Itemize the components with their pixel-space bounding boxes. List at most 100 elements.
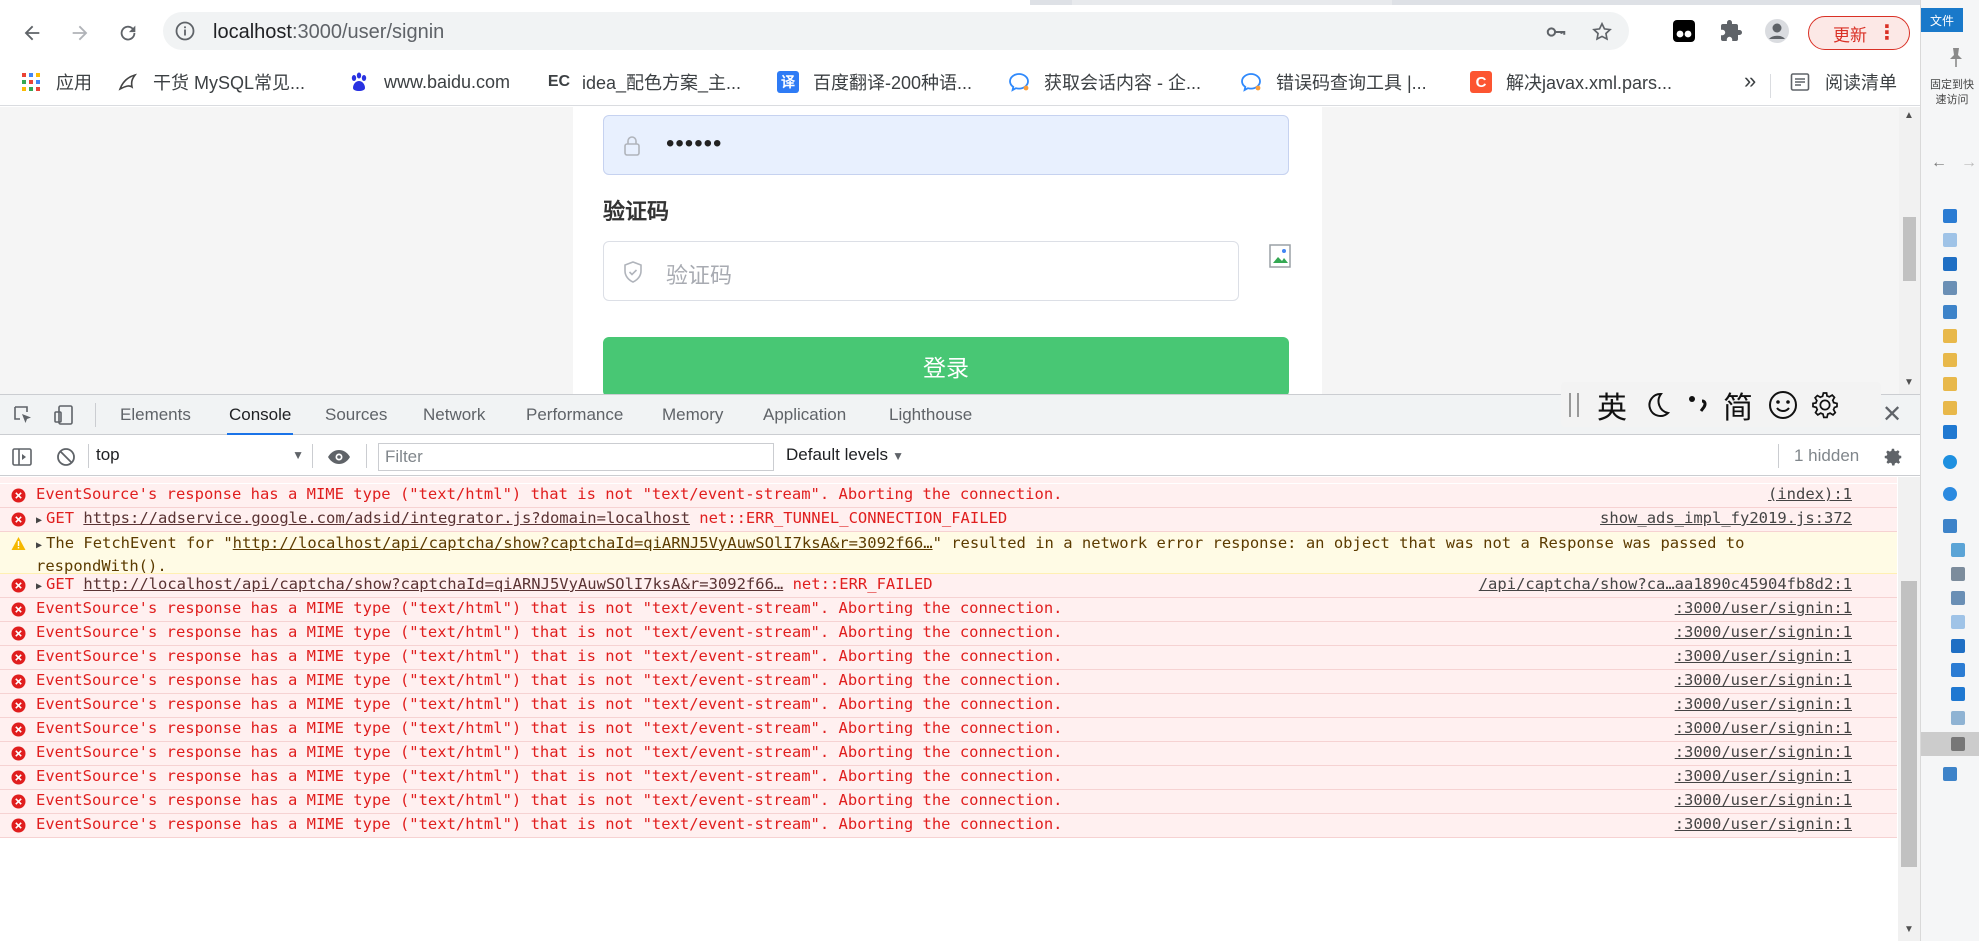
- scroll-down-arrow-icon[interactable]: ▼: [1904, 377, 1914, 388]
- filter-input[interactable]: Filter: [378, 443, 774, 471]
- nav-tree-item[interactable]: [1943, 350, 1963, 370]
- bookmark-wecom-session[interactable]: 获取会话内容 - 企...: [1008, 68, 1201, 96]
- bookmarks-overflow-button[interactable]: »: [1744, 68, 1756, 94]
- tab-application[interactable]: Application: [763, 395, 846, 435]
- nav-tree-item[interactable]: [1943, 452, 1963, 472]
- scroll-up-arrow-icon[interactable]: ▲: [1904, 110, 1914, 121]
- page-scrollbar[interactable]: ▲ ▼: [1899, 107, 1920, 394]
- extension-tampermonkey-icon[interactable]: [1671, 18, 1697, 44]
- expand-triangle-icon[interactable]: ▶: [36, 581, 42, 592]
- console-source-link[interactable]: :3000/user/signin:1: [1675, 671, 1852, 689]
- info-icon[interactable]: [175, 21, 195, 41]
- back-button[interactable]: [16, 17, 48, 49]
- forward-button[interactable]: [64, 17, 96, 49]
- bookmark-error-code-tool[interactable]: 错误码查询工具 |...: [1240, 68, 1427, 96]
- bookmark-javax-xml[interactable]: C 解决javax.xml.pars...: [1470, 68, 1672, 96]
- console-source-link[interactable]: :3000/user/signin:1: [1675, 815, 1852, 833]
- reload-button[interactable]: [112, 17, 144, 49]
- star-icon[interactable]: [1591, 21, 1613, 43]
- nav-tree-item[interactable]: [1951, 660, 1971, 680]
- extensions-puzzle-icon[interactable]: [1718, 18, 1744, 44]
- nav-tree-item[interactable]: [1951, 564, 1971, 584]
- nav-tree-item[interactable]: [1943, 230, 1963, 250]
- console-source-link[interactable]: (index):1: [1768, 485, 1852, 503]
- nav-tree-item[interactable]: [1943, 484, 1963, 504]
- tab-sources[interactable]: Sources: [325, 395, 387, 435]
- nav-tree-item[interactable]: [1951, 612, 1971, 632]
- console-source-link[interactable]: :3000/user/signin:1: [1675, 695, 1852, 713]
- nav-tree-item[interactable]: [1943, 516, 1963, 536]
- eye-icon[interactable]: [326, 446, 352, 468]
- bookmark-idea-colors[interactable]: EC idea_配色方案_主...: [546, 68, 741, 96]
- show-sidebar-icon[interactable]: [11, 446, 33, 468]
- login-button[interactable]: 登录: [603, 337, 1289, 394]
- nav-tree-item[interactable]: [1951, 588, 1971, 608]
- nav-tree-item[interactable]: [1943, 422, 1963, 442]
- console-source-link[interactable]: :3000/user/signin:1: [1675, 719, 1852, 737]
- log-levels-dropdown[interactable]: Default levels ▼: [786, 445, 904, 465]
- pin-icon[interactable]: [1947, 46, 1965, 68]
- console-source-link[interactable]: show_ads_impl_fy2019.js:372: [1600, 509, 1852, 527]
- nav-tree-item[interactable]: [1943, 254, 1963, 274]
- inspect-element-icon[interactable]: [12, 404, 34, 426]
- nav-tree-item[interactable]: [1943, 326, 1963, 346]
- bookmark-mysql[interactable]: 干货 MySQL常见...: [117, 68, 305, 96]
- reading-list-button[interactable]: 阅读清单: [1789, 68, 1897, 96]
- expand-triangle-icon[interactable]: ▶: [36, 515, 42, 526]
- ime-drag-handle[interactable]: [1569, 392, 1579, 417]
- explorer-forward-arrow-icon[interactable]: →: [1961, 154, 1977, 172]
- password-field[interactable]: ••••••: [603, 115, 1289, 175]
- nav-tree-item[interactable]: [1951, 684, 1971, 704]
- key-icon[interactable]: [1545, 21, 1567, 43]
- bookmark-apps[interactable]: 应用: [20, 68, 92, 96]
- update-button[interactable]: 更新 ⋮: [1808, 16, 1910, 50]
- clear-console-icon[interactable]: [55, 446, 77, 468]
- nav-tree-item[interactable]: [1951, 734, 1971, 754]
- context-selector[interactable]: top ▼: [96, 445, 304, 469]
- console-source-link[interactable]: :3000/user/signin:1: [1675, 623, 1852, 641]
- nav-tree-item[interactable]: [1943, 374, 1963, 394]
- emoji-smile-icon[interactable]: [1767, 389, 1799, 421]
- console-source-link[interactable]: :3000/user/signin:1: [1675, 767, 1852, 785]
- tab-elements[interactable]: Elements: [120, 395, 191, 435]
- profile-avatar-icon[interactable]: [1764, 18, 1790, 44]
- request-url-link[interactable]: https://adservice.google.com/adsid/integ…: [83, 509, 690, 527]
- nav-tree-item[interactable]: [1943, 302, 1963, 322]
- moon-icon[interactable]: [1641, 389, 1673, 421]
- console-settings-gear-icon[interactable]: [1882, 446, 1904, 468]
- settings-gear-icon[interactable]: [1809, 389, 1841, 421]
- console-source-link[interactable]: :3000/user/signin:1: [1675, 791, 1852, 809]
- device-toolbar-icon[interactable]: [53, 404, 75, 426]
- ime-language-toggle[interactable]: 英: [1597, 383, 1627, 427]
- console-source-link[interactable]: :3000/user/signin:1: [1675, 599, 1852, 617]
- nav-tree-item[interactable]: [1943, 764, 1963, 784]
- tab-lighthouse[interactable]: Lighthouse: [889, 395, 972, 435]
- tab-memory[interactable]: Memory: [662, 395, 723, 435]
- page-scroll-thumb[interactable]: [1903, 217, 1916, 281]
- broken-image-icon[interactable]: [1268, 243, 1292, 269]
- address-bar[interactable]: localhost:3000/user/signin: [163, 12, 1629, 50]
- console-scrollbar[interactable]: ▼: [1898, 477, 1920, 941]
- request-url-link[interactable]: http://localhost/api/captcha/show?captch…: [233, 534, 933, 552]
- expand-triangle-icon[interactable]: ▶: [36, 540, 42, 551]
- file-menu-tab[interactable]: 文件: [1921, 8, 1963, 32]
- nav-tree-item[interactable]: [1943, 278, 1963, 298]
- tab-performance[interactable]: Performance: [526, 395, 623, 435]
- nav-tree-item[interactable]: [1943, 398, 1963, 418]
- url-text[interactable]: localhost:3000/user/signin: [213, 21, 444, 44]
- close-devtools-icon[interactable]: ✕: [1880, 403, 1904, 427]
- nav-tree-item[interactable]: [1951, 708, 1971, 728]
- nav-tree-item[interactable]: [1943, 206, 1963, 226]
- bookmark-baidu-translate[interactable]: 译 百度翻译-200种语...: [777, 68, 972, 96]
- console-scroll-thumb[interactable]: [1901, 581, 1917, 867]
- tab-network[interactable]: Network: [423, 395, 485, 435]
- request-url-link[interactable]: http://localhost/api/captcha/show?captch…: [83, 575, 783, 593]
- console-source-link[interactable]: :3000/user/signin:1: [1675, 647, 1852, 665]
- console-source-link[interactable]: /api/captcha/show?ca…aa1890c45904fb8d2:1: [1479, 575, 1852, 593]
- nav-tree-item[interactable]: [1951, 540, 1971, 560]
- captcha-input[interactable]: 验证码: [603, 241, 1239, 301]
- nav-tree-item[interactable]: [1951, 636, 1971, 656]
- ime-simplified-toggle[interactable]: 简: [1723, 383, 1753, 427]
- bookmark-baidu[interactable]: www.baidu.com: [348, 68, 510, 96]
- tab-console[interactable]: Console: [227, 395, 294, 435]
